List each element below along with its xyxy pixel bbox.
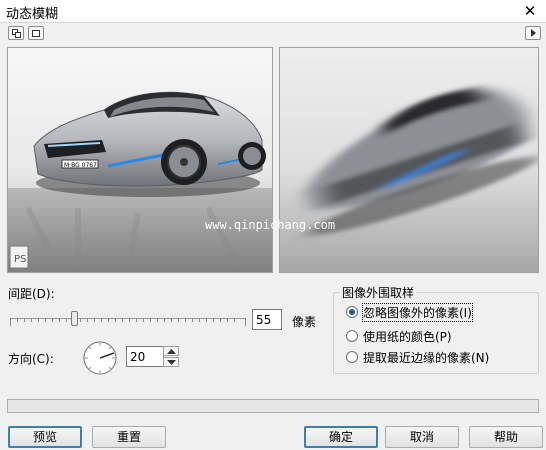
radio-ignore-outside[interactable] [346,306,358,318]
distance-label: 间距(D): [8,287,55,301]
watermark-text: www.qinpichang.com [205,218,336,232]
svg-text:M·BG 0767: M·BG 0767 [64,162,97,169]
svg-text:PS: PS [14,254,26,265]
direction-input[interactable] [126,346,164,367]
original-preview: M·BG 0767 PS [7,47,273,273]
title-bar: 动态模糊 ✕ [0,0,546,22]
single-view-button[interactable] [28,26,44,40]
play-triangle-icon [531,29,536,37]
car-image-original: M·BG 0767 PS [8,48,272,272]
reset-button[interactable]: 重置 [92,426,166,448]
distance-slider-thumb[interactable] [71,311,78,326]
title-separator [0,22,546,23]
close-icon: ✕ [523,2,537,20]
distance-unit: 像素 [292,315,317,329]
ok-button[interactable]: 确定 [304,426,378,448]
window-title: 动态模糊 [6,7,59,22]
direction-label: 方向(C): [8,352,54,366]
split-view-button[interactable] [8,26,24,40]
spin-up-icon [167,349,176,354]
distance-slider-ticks [10,318,246,326]
direction-spin-down[interactable] [163,357,179,367]
sampling-group-title: 图像外围取样 [340,284,417,301]
single-view-icon [32,30,40,37]
radio-nearest-edge[interactable] [346,351,358,363]
progress-bar [7,399,539,413]
help-button[interactable]: 帮助 [469,426,543,448]
radio-paper-color[interactable] [346,330,358,342]
cancel-button[interactable]: 取消 [385,426,459,448]
preview-button[interactable]: 预览 [8,426,82,448]
spin-down-icon [167,360,176,365]
close-button[interactable]: ✕ [520,1,540,21]
distance-input[interactable] [252,309,282,330]
blurred-preview [279,47,539,273]
radio-label-ignore-outside[interactable]: 忽略图像外的像素(I) [362,303,473,322]
radio-label-nearest-edge[interactable]: 提取最近边缘的像素(N) [363,349,489,366]
radio-label-paper-color[interactable]: 使用纸的颜色(P) [363,328,452,345]
car-image-blurred [280,48,538,272]
direction-spin-up[interactable] [163,346,179,356]
direction-dial-icon[interactable] [82,340,118,376]
expand-button[interactable] [525,26,541,40]
